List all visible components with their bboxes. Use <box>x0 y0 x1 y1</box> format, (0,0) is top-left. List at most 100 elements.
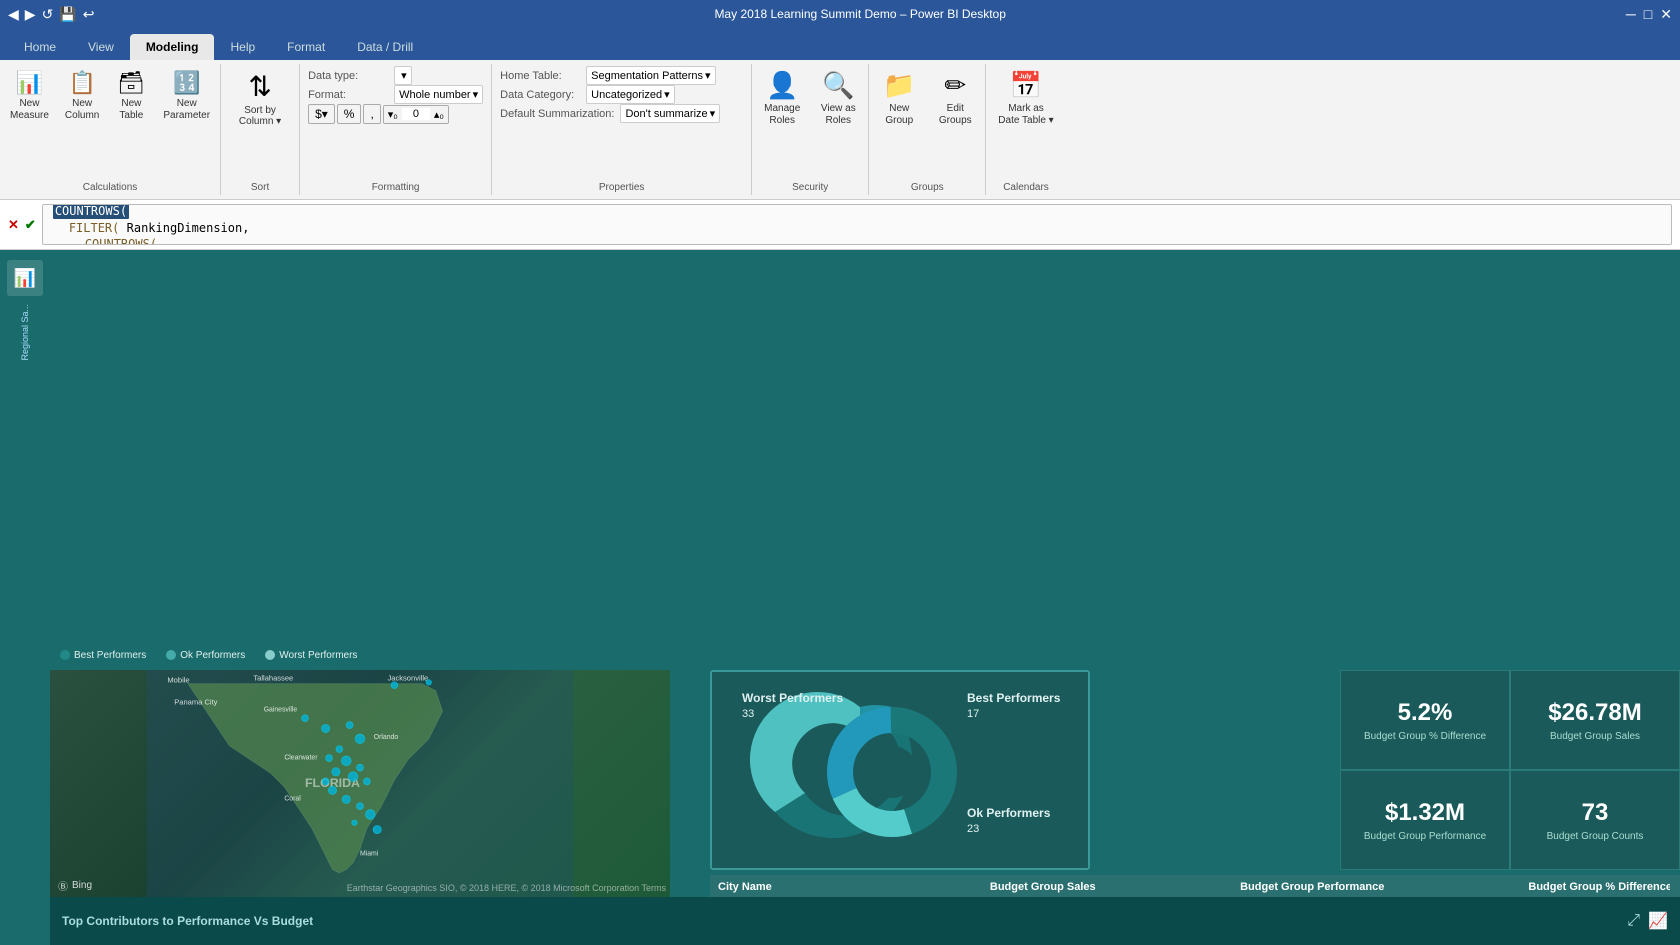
chart-icon[interactable]: 📈 <box>1648 911 1668 931</box>
decimal-increase[interactable]: ▴₀ <box>430 106 448 123</box>
view-as-roles-icon: 🔍 <box>822 70 854 101</box>
map-area[interactable]: Mobile Tallahassee Jacksonville Panama C… <box>50 670 670 897</box>
kpi-area: 5.2% Budget Group % Difference $26.78M B… <box>1340 670 1680 870</box>
home-table-label: Home Table: <box>500 70 580 82</box>
formula-filter1-arg: RankingDimension, <box>127 221 250 235</box>
calculations-group: 📊 NewMeasure 📋 NewColumn 🗃 NewTable 🔢 Ne… <box>4 66 216 180</box>
manage-roles-btn[interactable]: 👤 ManageRoles <box>756 66 808 131</box>
new-measure-btn[interactable]: 📊 NewMeasure <box>4 66 55 126</box>
home-table-value: Segmentation Patterns <box>591 70 703 82</box>
donut-chart-area: Worst Performers 33 Best Performers 17 O… <box>710 670 1090 870</box>
default-sum-label: Default Summarization: <box>500 108 614 120</box>
new-measure-icon: 📊 <box>16 70 43 96</box>
kpi-counts-label: Budget Group Counts <box>1547 831 1644 842</box>
col-budget-pct[interactable]: Budget Group % Difference <box>1392 875 1680 897</box>
new-table-btn[interactable]: 🗃 NewTable <box>109 66 153 126</box>
decimal-input[interactable] <box>402 108 430 120</box>
tab-modeling[interactable]: Modeling <box>130 34 215 60</box>
legend-worst-label: Worst Performers <box>279 650 357 661</box>
tab-home[interactable]: Home <box>8 34 72 60</box>
new-group-btn[interactable]: 📁 NewGroup <box>873 66 925 131</box>
default-sum-chevron: ▾ <box>710 107 716 120</box>
legend-worst: Worst Performers <box>265 650 357 661</box>
edit-groups-icon: ✏ <box>944 70 966 101</box>
tab-data-drill[interactable]: Data / Drill <box>341 34 429 60</box>
format-dropdown[interactable]: Whole number ▾ <box>394 85 483 104</box>
map-background: Mobile Tallahassee Jacksonville Panama C… <box>50 670 670 897</box>
tab-help[interactable]: Help <box>214 34 271 60</box>
comma-btn[interactable]: , <box>363 104 380 124</box>
format-chevron: ▾ <box>473 88 479 101</box>
table-scrollbar[interactable] <box>1670 875 1680 897</box>
main-area: 📊 Regional Sa... Best Performers Ok Perf… <box>0 250 1680 945</box>
minimize-btn[interactable]: ─ <box>1626 6 1636 23</box>
col-budget-perf[interactable]: Budget Group Performance <box>1104 875 1393 897</box>
ok-label: Ok Performers <box>967 806 1051 820</box>
tab-format[interactable]: Format <box>271 34 341 60</box>
donut-hole <box>866 746 918 798</box>
groups-group: 📁 NewGroup ✏ EditGroups <box>873 66 981 180</box>
sort-by-column-btn[interactable]: ⇅ Sort byColumn ▾ <box>225 66 295 131</box>
kpi-counts: 73 Budget Group Counts <box>1510 770 1680 870</box>
formula-confirm-btn[interactable]: ✔ <box>25 217 36 233</box>
tab-view[interactable]: View <box>72 34 130 60</box>
svg-text:Panama City: Panama City <box>174 697 217 706</box>
format-value: Whole number <box>399 89 471 101</box>
refresh-icon[interactable]: ↺ <box>42 6 54 23</box>
format-row: Format: Whole number ▾ <box>308 85 483 104</box>
map-svg: Mobile Tallahassee Jacksonville Panama C… <box>50 670 670 897</box>
data-type-row: Data type: ▾ <box>308 66 483 85</box>
close-btn[interactable]: ✕ <box>1660 6 1672 23</box>
manage-roles-label: ManageRoles <box>764 103 800 127</box>
kpi-performance-label: Budget Group Performance <box>1364 831 1486 842</box>
calendars-group: 📅 Mark asDate Table ▾ <box>990 66 1061 180</box>
sort-label-group: Sort <box>251 180 269 193</box>
maximize-btn[interactable]: □ <box>1644 6 1652 23</box>
report-canvas: Best Performers Ok Performers Worst Perf… <box>50 250 1680 945</box>
formula-editor[interactable]: Budget Group Counts = VAR RankingDimensi… <box>42 204 1672 245</box>
best-label: Best Performers <box>967 691 1061 705</box>
view-as-roles-btn[interactable]: 🔍 View asRoles <box>812 66 864 131</box>
data-category-chevron: ▾ <box>664 88 670 101</box>
data-category-value: Uncategorized <box>591 89 662 101</box>
new-column-btn[interactable]: 📋 NewColumn <box>59 66 105 126</box>
data-type-dropdown[interactable]: ▾ <box>394 66 412 85</box>
formula-cancel-btn[interactable]: ✕ <box>8 217 19 233</box>
data-table-area: City Name Budget Group Sales Budget Grou… <box>710 875 1680 897</box>
save-icon[interactable]: 💾 <box>59 6 76 23</box>
dollar-btn[interactable]: $▾ <box>308 104 335 124</box>
calculations-label: Calculations <box>4 180 216 193</box>
decimal-decrease[interactable]: ▾₀ <box>384 106 402 123</box>
forward-icon[interactable]: ▶ <box>25 6 36 23</box>
kpi-pct-diff-value: 5.2% <box>1398 699 1453 727</box>
ribbon: 📊 NewMeasure 📋 NewColumn 🗃 NewTable 🔢 Ne… <box>0 60 1680 200</box>
formula-bar: ✕ ✔ Budget Group Counts = VAR RankingDim… <box>0 200 1680 250</box>
ok-value: 23 <box>967 823 979 835</box>
kpi-sales-value: $26.78M <box>1548 699 1641 727</box>
kpi-counts-value: 73 <box>1582 799 1609 827</box>
svg-text:Tallahassee: Tallahassee <box>253 673 293 682</box>
expand-icon[interactable]: ⤢ <box>1627 912 1640 930</box>
default-sum-dropdown[interactable]: Don't summarize ▾ <box>620 104 720 123</box>
percent-btn[interactable]: % <box>337 104 362 124</box>
kpi-performance: $1.32M Budget Group Performance <box>1340 770 1510 870</box>
properties-label: Properties <box>500 180 743 193</box>
bottom-bar-label: Top Contributors to Performance Vs Budge… <box>62 914 313 928</box>
undo-icon[interactable]: ↩ <box>83 6 95 23</box>
sort-label: Sort byColumn ▾ <box>239 105 281 127</box>
edit-groups-btn[interactable]: ✏ EditGroups <box>929 66 981 131</box>
new-parameter-btn[interactable]: 🔢 NewParameter <box>157 66 216 126</box>
home-table-dropdown[interactable]: Segmentation Patterns ▾ <box>586 66 715 85</box>
mark-date-table-btn[interactable]: 📅 Mark asDate Table ▾ <box>990 66 1061 131</box>
left-sidebar: 📊 Regional Sa... <box>0 250 50 945</box>
data-category-dropdown[interactable]: Uncategorized ▾ <box>586 85 674 104</box>
format-label: Format: <box>308 89 388 101</box>
back-icon[interactable]: ◀ <box>8 6 19 23</box>
formula-countrows2: COUNTROWS( <box>85 237 157 246</box>
sidebar-calc-icon[interactable]: 📊 <box>7 260 43 296</box>
col-city-name[interactable]: City Name <box>710 875 884 897</box>
legend-best: Best Performers <box>60 650 146 661</box>
bing-logo: Ⓑ Bing <box>58 878 92 893</box>
col-budget-sales[interactable]: Budget Group Sales <box>884 875 1103 897</box>
legend-worst-dot <box>265 650 275 660</box>
